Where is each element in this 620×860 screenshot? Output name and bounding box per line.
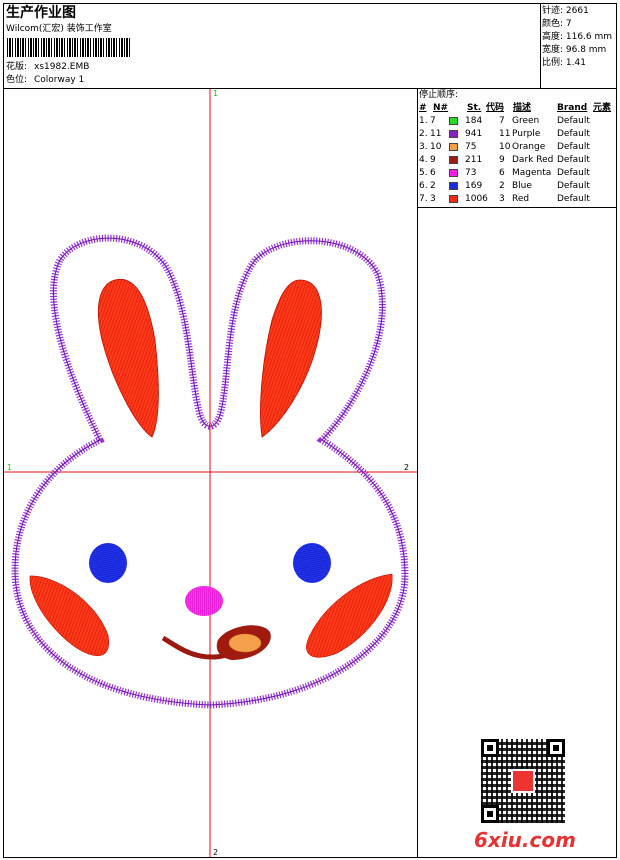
- tongue: [228, 633, 262, 653]
- left-eye: [89, 543, 127, 583]
- left-inner-ear: [97, 279, 159, 438]
- nose: [185, 586, 223, 616]
- axis-label-right: 2: [404, 463, 410, 472]
- watermark: 6xiu.com: [474, 828, 576, 852]
- qr-code: [481, 739, 565, 823]
- axis-label-top: 1: [213, 89, 219, 98]
- axis-label-left: 1: [7, 463, 13, 472]
- embroidery-design: [4, 89, 417, 857]
- right-cheek: [306, 573, 393, 658]
- seal-icon: [511, 769, 535, 793]
- right-eye: [293, 543, 331, 583]
- axis-label-bottom: 2: [213, 848, 219, 857]
- right-inner-ear: [260, 279, 322, 438]
